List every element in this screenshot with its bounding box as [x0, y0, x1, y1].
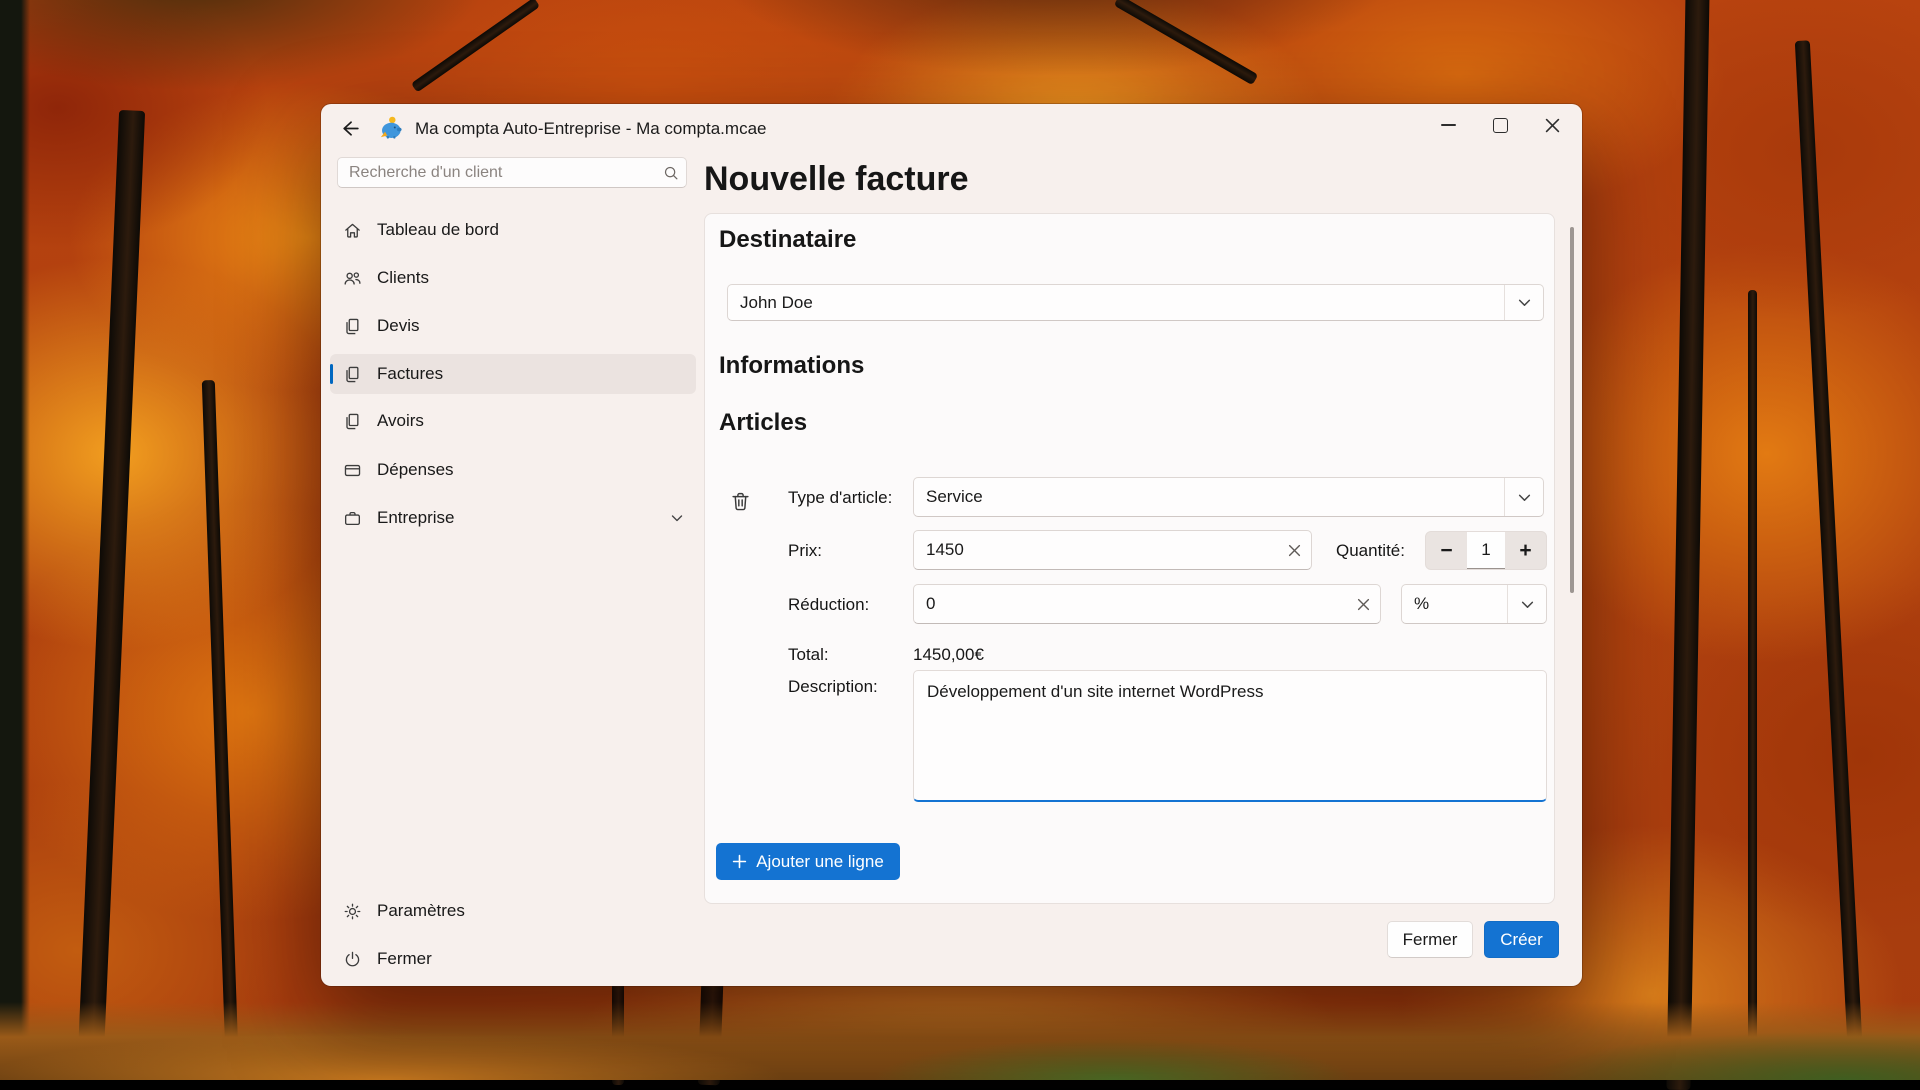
reduction-input[interactable] — [914, 594, 1346, 614]
tree-trunk — [202, 380, 239, 1080]
back-button[interactable] — [333, 112, 367, 144]
tree-branch — [411, 0, 540, 93]
reduction-field — [913, 584, 1381, 624]
sidebar-item-label: Clients — [377, 268, 429, 288]
people-icon — [342, 268, 362, 288]
description-textarea[interactable]: Développement d'un site internet WordPre… — [913, 670, 1547, 802]
type-article-label: Type d'article: — [788, 488, 892, 508]
sidebar-item-depenses[interactable]: Dépenses — [330, 450, 696, 490]
sidebar-item-label: Tableau de bord — [377, 220, 499, 240]
chevron-down-icon — [670, 511, 684, 525]
informations-heading: Informations — [719, 351, 864, 381]
tree-trunk — [1666, 0, 1709, 1090]
gear-icon — [342, 901, 362, 921]
quantity-value[interactable]: 1 — [1467, 532, 1505, 569]
sidebar-item-factures[interactable]: Factures — [330, 354, 696, 394]
prix-label: Prix: — [788, 541, 822, 561]
minus-icon: − — [1440, 539, 1452, 563]
total-value: 1450,00€ — [913, 645, 984, 665]
chevron-down-icon — [1504, 285, 1543, 320]
app-window: Ma compta Auto-Entreprise - Ma compta.mc… — [321, 104, 1582, 986]
reduction-unit-value: % — [1402, 594, 1507, 614]
invoice-form-card: Destinataire John Doe Informations Artic… — [704, 213, 1555, 904]
wallpaper-dark-edge — [0, 0, 30, 1080]
add-line-button[interactable]: Ajouter une ligne — [716, 843, 900, 880]
sidebar-item-label: Entreprise — [377, 508, 454, 528]
sidebar-item-label: Fermer — [377, 949, 432, 969]
client-search-box — [337, 157, 687, 188]
home-icon — [342, 220, 362, 240]
delete-article-button[interactable] — [725, 486, 755, 516]
maximize-icon — [1493, 118, 1508, 133]
sidebar-item-parametres[interactable]: Paramètres — [330, 891, 696, 931]
back-arrow-icon — [340, 118, 361, 139]
documents-icon — [342, 411, 362, 431]
article-type-value: Service — [914, 487, 1504, 507]
articles-heading: Articles — [719, 408, 807, 438]
sidebar-item-label: Dépenses — [377, 460, 454, 480]
reduction-unit-combobox[interactable]: % — [1401, 584, 1547, 624]
trash-icon — [729, 490, 752, 513]
add-line-label: Ajouter une ligne — [756, 852, 884, 872]
credit-card-icon — [342, 460, 362, 480]
documents-icon — [342, 316, 362, 336]
vertical-scrollbar[interactable] — [1570, 227, 1574, 593]
prix-field — [913, 530, 1312, 570]
clear-reduction-button[interactable] — [1346, 589, 1380, 619]
documents-icon — [342, 364, 362, 384]
creer-button[interactable]: Créer — [1484, 921, 1559, 958]
sidebar-item-fermer[interactable]: Fermer — [330, 939, 696, 979]
description-label: Description: — [788, 677, 878, 697]
quantity-stepper: − 1 + — [1425, 531, 1547, 570]
sidebar-item-label: Avoirs — [377, 411, 424, 431]
sidebar-item-label: Paramètres — [377, 901, 465, 921]
window-controls — [1422, 104, 1578, 146]
client-combobox[interactable]: John Doe — [727, 284, 1544, 321]
close-icon — [1545, 118, 1560, 133]
tree-trunk — [1748, 290, 1757, 1080]
page-title: Nouvelle facture — [704, 158, 969, 200]
total-label: Total: — [788, 645, 829, 665]
sidebar-item-entreprise[interactable]: Entreprise — [330, 498, 696, 538]
search-icon — [656, 165, 686, 181]
minimize-icon — [1441, 124, 1456, 126]
sidebar-item-avoirs[interactable]: Avoirs — [330, 401, 696, 441]
tree-trunk — [77, 110, 145, 1080]
prix-input[interactable] — [914, 540, 1277, 560]
search-input[interactable] — [338, 164, 656, 182]
close-button[interactable] — [1526, 104, 1578, 146]
quantite-label: Quantité: — [1336, 541, 1405, 561]
power-icon — [342, 949, 362, 969]
piggy-bank-icon — [378, 115, 404, 141]
sidebar-item-devis[interactable]: Devis — [330, 306, 696, 346]
sidebar-item-label: Devis — [377, 316, 420, 336]
reduction-label: Réduction: — [788, 595, 869, 615]
briefcase-icon — [342, 508, 362, 528]
minimize-button[interactable] — [1422, 104, 1474, 146]
increment-button[interactable]: + — [1505, 532, 1546, 569]
tree-branch — [1114, 0, 1259, 85]
sidebar-item-label: Factures — [377, 364, 443, 384]
decrement-button[interactable]: − — [1426, 532, 1467, 569]
fermer-button[interactable]: Fermer — [1387, 921, 1473, 958]
sidebar-item-tableau-de-bord[interactable]: Tableau de bord — [330, 210, 696, 250]
window-title: Ma compta Auto-Entreprise - Ma compta.mc… — [415, 119, 766, 139]
article-type-combobox[interactable]: Service — [913, 477, 1544, 517]
plus-icon: + — [1519, 539, 1531, 563]
sidebar-item-clients[interactable]: Clients — [330, 258, 696, 298]
clear-prix-button[interactable] — [1277, 535, 1311, 565]
client-combobox-value: John Doe — [728, 293, 1504, 313]
tree-trunk — [1795, 40, 1864, 1079]
maximize-button[interactable] — [1474, 104, 1526, 146]
wallpaper-ground — [0, 1002, 1920, 1080]
chevron-down-icon — [1504, 478, 1543, 516]
chevron-down-icon — [1507, 585, 1546, 623]
destinataire-heading: Destinataire — [719, 225, 856, 255]
plus-icon — [732, 854, 747, 869]
